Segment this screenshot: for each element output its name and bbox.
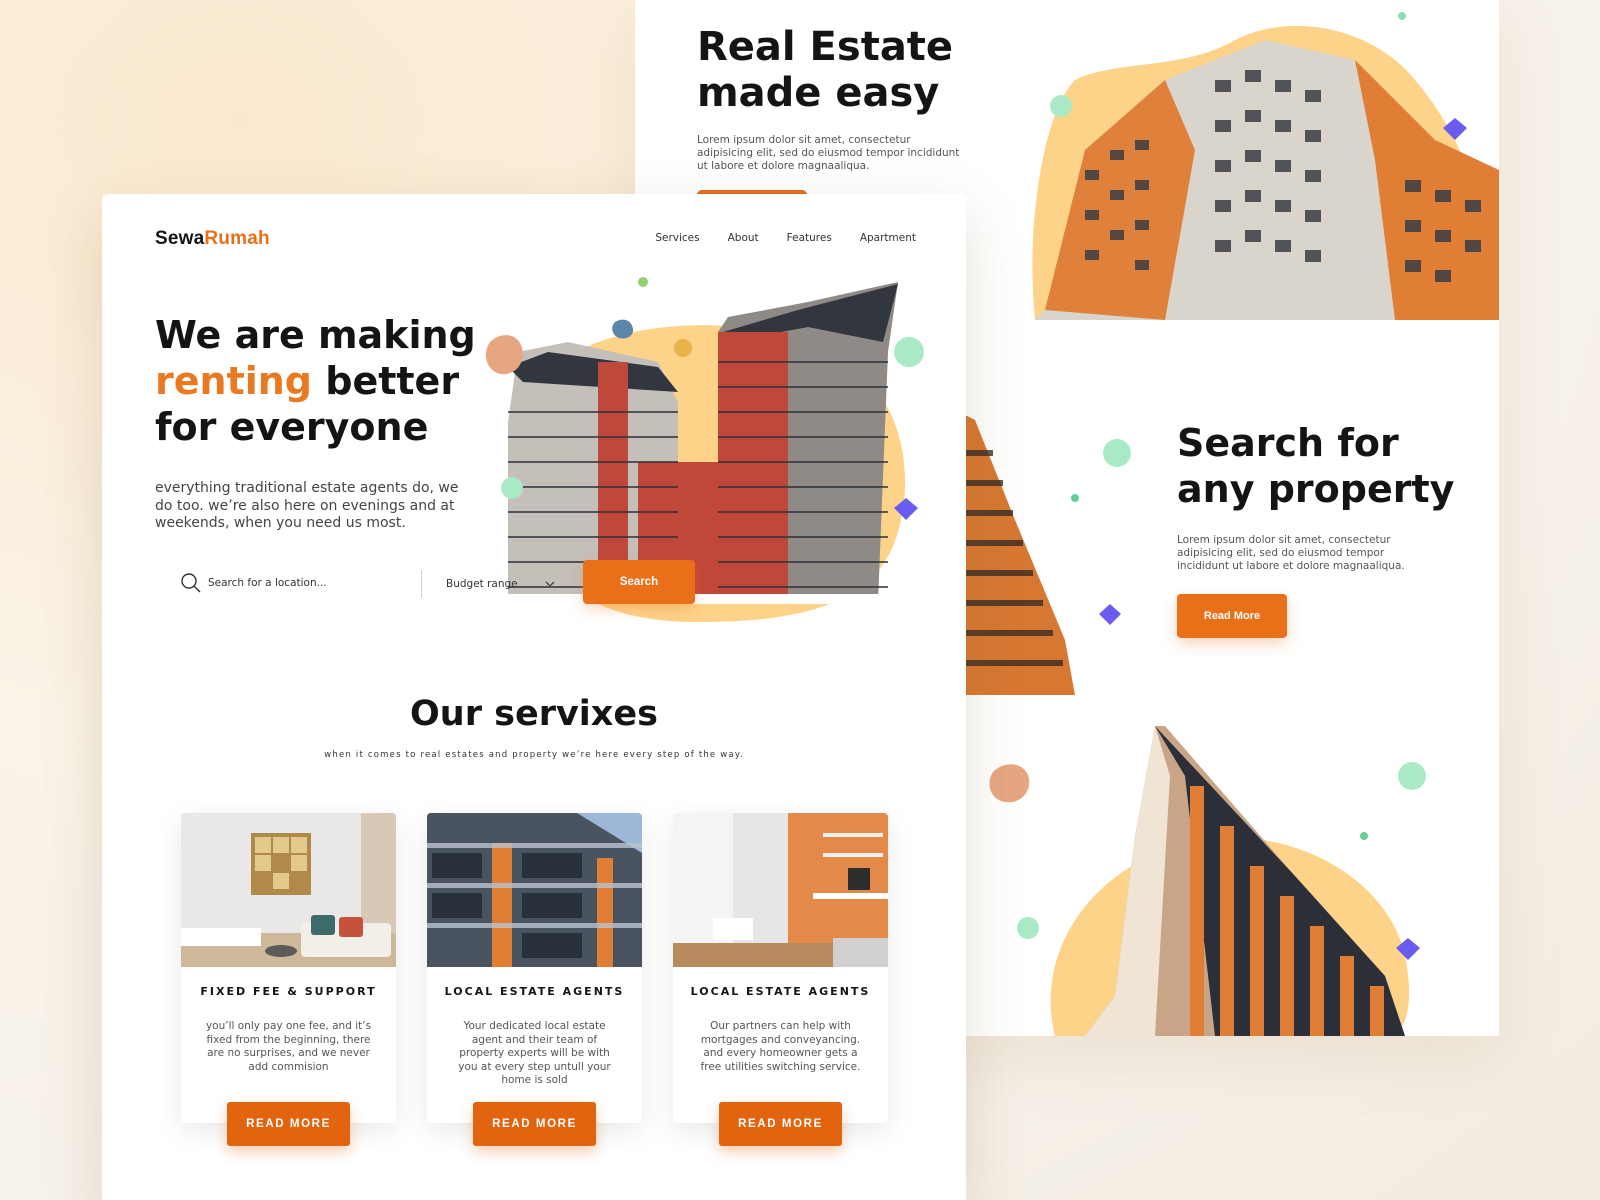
card-title: LOCAL ESTATE AGENTS [444, 985, 625, 998]
location-search-input[interactable] [208, 572, 408, 594]
landing-page: SewaRumah Services About Features Apartm… [102, 194, 966, 1200]
service-card: FIXED FEE & SUPPORT you’ll only pay one … [181, 813, 396, 1123]
card-image-workspace [673, 813, 888, 967]
card-image-apartment [427, 813, 642, 967]
services-title: Our servixes [410, 694, 658, 734]
read-more-button[interactable]: READ MORE [719, 1102, 842, 1146]
brand-logo[interactable]: SewaRumah [155, 228, 270, 250]
hero-subtitle: everything traditional estate agents do,… [155, 480, 459, 531]
hero-title-line3: for everyone [155, 405, 429, 449]
building-illustration-1 [1032, 12, 1499, 320]
hero-title: We are making renting better for everyon… [155, 312, 495, 450]
card-title: LOCAL ESTATE AGENTS [690, 985, 871, 998]
back-hero-title: Real Estate made easy [697, 24, 954, 116]
nav-services[interactable]: Services [655, 232, 699, 244]
brand-logo-part1: Sewa [155, 228, 205, 249]
building-illustration-3 [989, 726, 1426, 1036]
search-divider [421, 570, 422, 598]
back-read-more-button[interactable]: Read More [1177, 594, 1287, 638]
card-image-living-room [181, 813, 396, 967]
main-nav: Services About Features Apartment [655, 232, 916, 244]
back-search-title: Search for any property [1177, 421, 1455, 511]
nav-about[interactable]: About [728, 232, 759, 244]
hero-title-line2: better [312, 359, 460, 403]
brand-logo-part2: Rumah [204, 228, 270, 249]
nav-apartment[interactable]: Apartment [860, 232, 916, 244]
card-title: FIXED FEE & SUPPORT [200, 985, 377, 998]
read-more-button[interactable]: READ MORE [473, 1102, 596, 1146]
search-icon [181, 573, 201, 593]
service-card: LOCAL ESTATE AGENTS Your dedicated local… [427, 813, 642, 1123]
services-subtitle: when it comes to real estates and proper… [324, 750, 744, 760]
nav-features[interactable]: Features [787, 232, 832, 244]
hero-title-line1: We are making [155, 313, 476, 357]
service-card: LOCAL ESTATE AGENTS Our partners can hel… [673, 813, 888, 1123]
back-search-text: Lorem ipsum dolor sit amet, consectetur … [1177, 534, 1405, 572]
read-more-button[interactable]: READ MORE [227, 1102, 350, 1146]
chevron-down-icon [545, 581, 555, 587]
budget-range-label: Budget range [446, 578, 518, 590]
card-description: Your dedicated local estate agent and th… [458, 1020, 611, 1086]
budget-range-select[interactable]: Budget range [446, 570, 556, 598]
back-hero-text: Lorem ipsum dolor sit amet, consectetur … [697, 134, 960, 172]
search-button[interactable]: Search [583, 560, 695, 604]
card-description: Our partners can help with mortgages and… [700, 1020, 861, 1073]
hero-title-accent: renting [155, 359, 313, 403]
card-description: you’ll only pay one fee, and it’s fixed … [205, 1020, 372, 1073]
building-illustration-2 [955, 410, 1131, 695]
